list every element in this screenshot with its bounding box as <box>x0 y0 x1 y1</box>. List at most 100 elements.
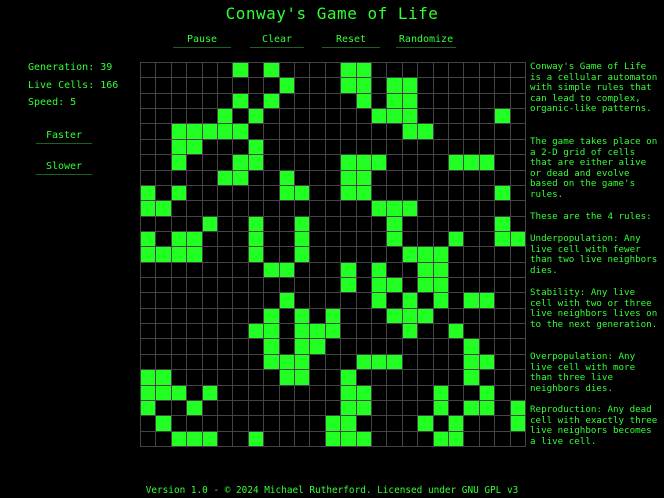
grid-cell[interactable] <box>217 216 234 232</box>
grid-cell[interactable] <box>233 400 249 417</box>
grid-cell-alive[interactable] <box>141 247 157 263</box>
grid-cell[interactable] <box>479 201 496 217</box>
grid-cell[interactable] <box>402 385 419 401</box>
grid-cell[interactable] <box>171 78 188 94</box>
grid-cell-alive[interactable] <box>294 216 311 232</box>
grid-cell[interactable] <box>371 63 388 79</box>
grid-cell[interactable] <box>387 247 403 263</box>
grid-cell-alive[interactable] <box>141 400 157 417</box>
grid-cell[interactable] <box>418 170 434 186</box>
grid-cell[interactable] <box>325 354 342 371</box>
grid-cell[interactable] <box>156 185 172 202</box>
grid-cell[interactable] <box>387 124 403 140</box>
grid-cell-alive[interactable] <box>233 93 249 110</box>
grid-cell[interactable] <box>356 124 372 140</box>
grid-cell[interactable] <box>464 201 480 217</box>
grid-cell[interactable] <box>433 370 449 386</box>
grid-cell[interactable] <box>279 109 295 125</box>
grid-cell[interactable] <box>156 293 172 309</box>
grid-cell[interactable] <box>233 324 249 340</box>
grid-cell-alive[interactable] <box>156 201 172 217</box>
grid-cell[interactable] <box>310 216 326 232</box>
grid-cell[interactable] <box>187 354 203 371</box>
grid-cell-alive[interactable] <box>402 201 419 217</box>
grid-cell[interactable] <box>187 293 203 309</box>
grid-cell-alive[interactable] <box>248 109 265 125</box>
grid-cell[interactable] <box>371 170 388 186</box>
grid-cell-alive[interactable] <box>294 324 311 340</box>
grid-cell-alive[interactable] <box>341 400 357 417</box>
grid-cell[interactable] <box>371 139 388 156</box>
reset-button[interactable]: Reset <box>322 34 380 48</box>
grid-cell[interactable] <box>217 293 234 309</box>
grid-cell[interactable] <box>433 324 449 340</box>
grid-cell[interactable] <box>402 278 419 294</box>
grid-cell-alive[interactable] <box>156 370 172 386</box>
grid-cell[interactable] <box>433 139 449 156</box>
grid-cell-alive[interactable] <box>217 109 234 125</box>
grid-cell[interactable] <box>248 78 265 94</box>
grid-cell[interactable] <box>325 109 342 125</box>
grid-cell[interactable] <box>187 63 203 79</box>
grid-cell[interactable] <box>433 63 449 79</box>
grid-cell-alive[interactable] <box>294 231 311 248</box>
grid-cell[interactable] <box>233 247 249 263</box>
grid-cell[interactable] <box>402 170 419 186</box>
grid-cell[interactable] <box>387 339 403 355</box>
grid-cell[interactable] <box>495 63 511 79</box>
grid-cell[interactable] <box>310 201 326 217</box>
grid-cell[interactable] <box>448 247 465 263</box>
grid-cell-alive[interactable] <box>495 231 511 248</box>
grid-cell[interactable] <box>341 109 357 125</box>
grid-cell[interactable] <box>371 431 388 447</box>
grid-cell-alive[interactable] <box>248 216 265 232</box>
grid-cell[interactable] <box>233 308 249 325</box>
grid-cell[interactable] <box>341 293 357 309</box>
grid-cell-alive[interactable] <box>464 155 480 171</box>
grid-cell[interactable] <box>156 354 172 371</box>
grid-cell[interactable] <box>202 93 218 110</box>
grid-cell[interactable] <box>248 201 265 217</box>
grid-cell-alive[interactable] <box>233 170 249 186</box>
grid-cell[interactable] <box>510 155 526 171</box>
grid-cell[interactable] <box>356 247 372 263</box>
grid-cell-alive[interactable] <box>387 308 403 325</box>
grid-cell[interactable] <box>387 324 403 340</box>
grid-cell-alive[interactable] <box>433 262 449 279</box>
grid-cell[interactable] <box>156 139 172 156</box>
grid-cell[interactable] <box>418 324 434 340</box>
grid-cell[interactable] <box>187 155 203 171</box>
grid-cell[interactable] <box>356 293 372 309</box>
grid-cell[interactable] <box>248 185 265 202</box>
grid-cell[interactable] <box>202 324 218 340</box>
grid-cell[interactable] <box>233 293 249 309</box>
grid-cell[interactable] <box>510 339 526 355</box>
grid-cell[interactable] <box>510 201 526 217</box>
grid-cell-alive[interactable] <box>356 78 372 94</box>
grid-cell[interactable] <box>448 262 465 279</box>
grid-cell-alive[interactable] <box>433 247 449 263</box>
grid-cell[interactable] <box>495 400 511 417</box>
grid-cell[interactable] <box>156 262 172 279</box>
grid-cell[interactable] <box>310 139 326 156</box>
grid-cell[interactable] <box>371 400 388 417</box>
grid-cell-alive[interactable] <box>464 293 480 309</box>
grid-cell[interactable] <box>217 155 234 171</box>
grid-cell[interactable] <box>402 63 419 79</box>
grid-cell[interactable] <box>371 216 388 232</box>
grid-cell[interactable] <box>325 78 342 94</box>
grid-cell[interactable] <box>156 324 172 340</box>
grid-cell-alive[interactable] <box>264 63 280 79</box>
grid-cell[interactable] <box>187 216 203 232</box>
grid-cell[interactable] <box>402 354 419 371</box>
grid-cell[interactable] <box>433 78 449 94</box>
grid-cell[interactable] <box>448 339 465 355</box>
grid-cell[interactable] <box>310 416 326 432</box>
grid-cell[interactable] <box>264 293 280 309</box>
grid-cell[interactable] <box>187 324 203 340</box>
grid-cell[interactable] <box>310 308 326 325</box>
pause-button[interactable]: Pause <box>173 34 231 48</box>
grid-cell[interactable] <box>294 201 311 217</box>
grid-cell[interactable] <box>202 109 218 125</box>
grid-cell[interactable] <box>156 231 172 248</box>
